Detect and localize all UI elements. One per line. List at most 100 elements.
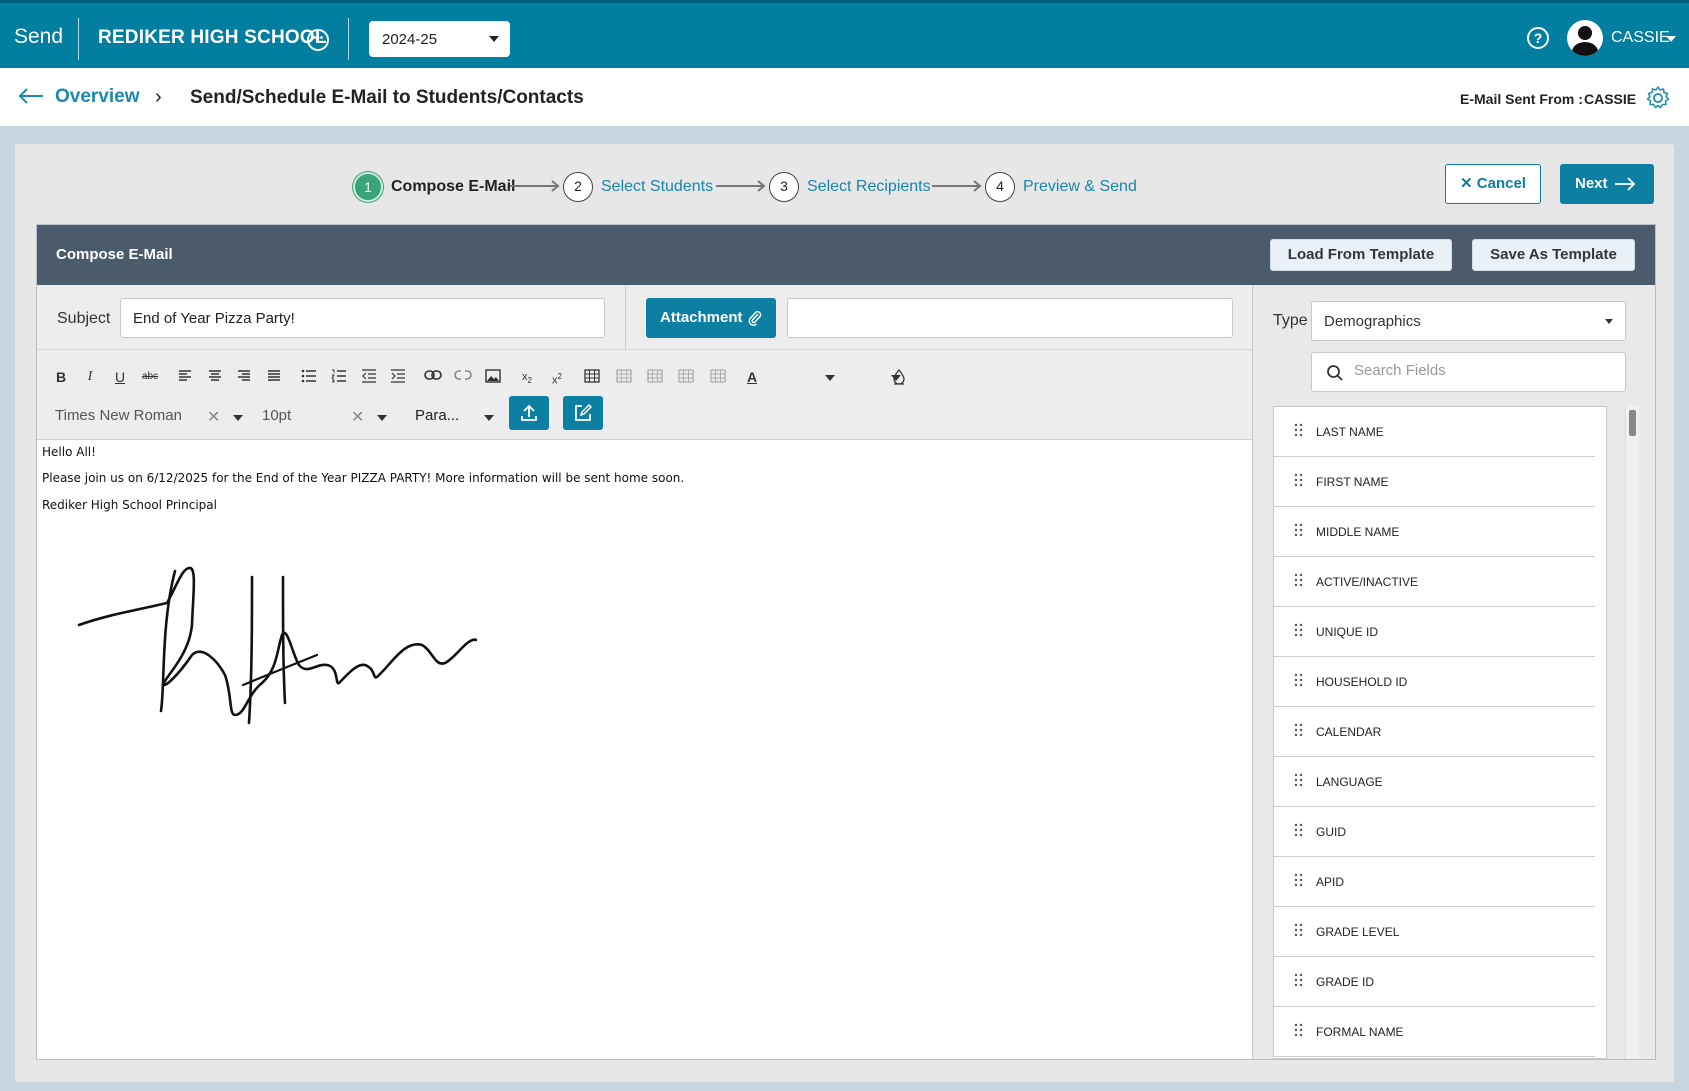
list-item[interactable]: UNIQUE ID [1274,607,1595,657]
attachment-button[interactable]: Attachment [646,298,776,338]
drag-handle-icon[interactable] [1294,473,1304,487]
numbered-list-button[interactable] [327,366,351,388]
chevron-down-icon [1605,319,1613,324]
chevron-down-icon[interactable] [891,375,901,381]
search-fields-input[interactable] [1354,362,1604,379]
field-name: FORMAL NAME [1316,1025,1404,1039]
table-icon[interactable] [580,366,604,388]
table-row-icon[interactable] [612,366,636,388]
drag-handle-icon[interactable] [1294,423,1304,437]
load-template-button[interactable]: Load From Template [1270,239,1452,271]
list-item[interactable]: GUID [1274,807,1595,857]
step-select-students[interactable]: 2 Select Students [563,171,713,203]
step-preview-send[interactable]: 4 Preview & Send [985,171,1137,203]
list-item[interactable]: APID [1274,857,1595,907]
field-name: APID [1316,875,1345,889]
avatar[interactable] [1567,20,1603,56]
save-template-button[interactable]: Save As Template [1472,239,1635,271]
underline-button[interactable]: U [108,366,132,388]
main-panel: 1 Compose E-Mail 2 Select Students 3 Sel… [14,143,1675,1083]
align-justify-button[interactable] [262,366,286,388]
list-item[interactable]: CALENDAR [1274,707,1595,757]
help-icon[interactable]: ? [1527,27,1549,49]
drag-handle-icon[interactable] [1294,623,1304,637]
search-icon [1327,365,1343,381]
drag-handle-icon[interactable] [1294,923,1304,937]
field-name: LAST NAME [1316,425,1384,439]
school-name[interactable]: REDIKER HIGH SCHOOL [98,27,327,49]
list-item[interactable]: GRADE LEVEL [1274,907,1595,957]
back-arrow-icon[interactable] [18,88,44,104]
step-select-recipients[interactable]: 3 Select Recipients [769,171,931,203]
clear-icon[interactable]: ✕ [351,407,364,427]
field-name: ACTIVE/INACTIVE [1316,575,1419,589]
step-label: Select Recipients [807,178,931,195]
bullet-list-button[interactable] [297,366,321,388]
drag-handle-icon[interactable] [1294,573,1304,587]
paragraph-format-select[interactable]: Para... [415,407,459,424]
user-menu[interactable]: CASSIE [1611,29,1670,47]
list-item[interactable]: MIDDLE NAME [1274,507,1595,557]
list-item[interactable]: LANGUAGE [1274,757,1595,807]
drag-handle-icon[interactable] [1294,973,1304,987]
school-year-select[interactable]: 2024-25 [369,21,510,57]
drag-handle-icon[interactable] [1294,673,1304,687]
more-options-icon[interactable]: ••• [307,29,329,51]
indent-button[interactable] [386,366,410,388]
list-item[interactable]: FIRST NAME [1274,457,1595,507]
list-item[interactable]: LAST NAME [1274,407,1595,457]
list-item[interactable]: ACTIVE/INACTIVE [1274,557,1595,607]
cancel-button[interactable]: ✕ Cancel [1445,164,1541,204]
table-column-icon[interactable] [643,366,667,388]
overview-link[interactable]: Overview [55,86,140,108]
unlink-icon[interactable] [451,366,475,388]
chevron-down-icon[interactable] [1666,36,1676,42]
next-button[interactable]: Next [1560,164,1654,204]
align-left-button[interactable] [173,366,197,388]
gear-icon[interactable] [1645,85,1671,111]
strikethrough-button[interactable]: abc [138,366,162,388]
list-item[interactable]: FORMAL NAME [1274,1007,1595,1057]
table-cell-icon[interactable] [674,366,698,388]
upload-button[interactable] [509,396,549,430]
chevron-down-icon[interactable] [233,415,243,421]
step-label: Select Students [601,178,714,195]
list-item[interactable]: GRADE ID [1274,957,1595,1007]
body-line: Please join us on 6/12/2025 for the End … [42,471,685,485]
font-family-select[interactable]: Times New Roman [55,407,182,424]
type-select[interactable]: Demographics [1311,301,1626,341]
table-delete-icon[interactable] [706,366,730,388]
font-color-icon[interactable]: A [740,366,764,388]
superscript-button[interactable]: x2 [545,366,569,388]
clear-icon[interactable]: ✕ [207,407,220,427]
divider [348,18,349,60]
link-icon[interactable] [421,366,445,388]
drag-handle-icon[interactable] [1294,1023,1304,1037]
signature-button[interactable] [563,396,603,430]
align-center-button[interactable] [203,366,227,388]
attachment-field[interactable] [787,298,1233,338]
align-right-button[interactable] [232,366,256,388]
chevron-down-icon[interactable] [484,415,494,421]
arrow-right-icon [716,180,766,192]
bold-button[interactable]: B [49,366,73,388]
drag-handle-icon[interactable] [1294,523,1304,537]
italic-button[interactable]: I [78,366,102,388]
subject-input[interactable]: End of Year Pizza Party! [120,298,605,338]
drag-handle-icon[interactable] [1294,873,1304,887]
email-body-editor[interactable]: Hello All! Please join us on 6/12/2025 f… [37,440,1252,1059]
scrollbar[interactable] [1625,406,1639,1059]
drag-handle-icon[interactable] [1294,823,1304,837]
step-compose[interactable]: 1 Compose E-Mail [353,171,515,203]
chevron-down-icon[interactable] [825,375,835,381]
search-fields-box[interactable] [1311,352,1626,392]
subscript-button[interactable]: x2 [515,366,539,388]
field-name: CALENDAR [1316,725,1382,739]
image-icon[interactable] [481,366,505,388]
outdent-button[interactable] [357,366,381,388]
drag-handle-icon[interactable] [1294,773,1304,787]
font-size-select[interactable]: 10pt [262,407,291,424]
drag-handle-icon[interactable] [1294,723,1304,737]
list-item[interactable]: HOUSEHOLD ID [1274,657,1595,707]
chevron-down-icon[interactable] [377,415,387,421]
